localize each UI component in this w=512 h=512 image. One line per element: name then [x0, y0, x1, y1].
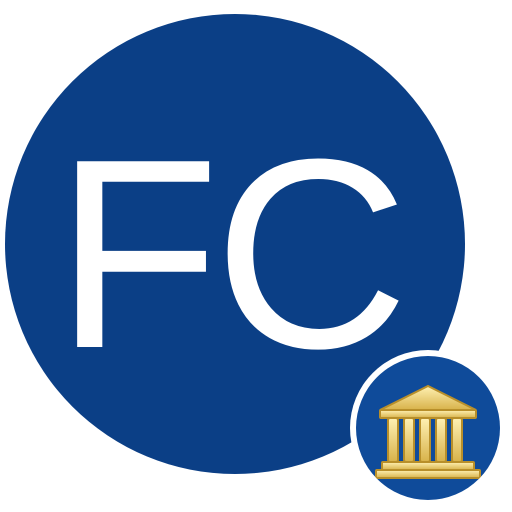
building-base: [381, 461, 475, 471]
building-entablature: [379, 409, 477, 419]
badge-ring: [350, 350, 506, 506]
app-icon: FC: [0, 0, 512, 512]
building-step: [375, 469, 481, 479]
badge-circle: [356, 356, 500, 500]
logo-monogram: FC: [55, 104, 409, 405]
building-columns: [387, 417, 463, 463]
building-roof: [379, 384, 477, 411]
bank-building-icon: [375, 384, 481, 479]
